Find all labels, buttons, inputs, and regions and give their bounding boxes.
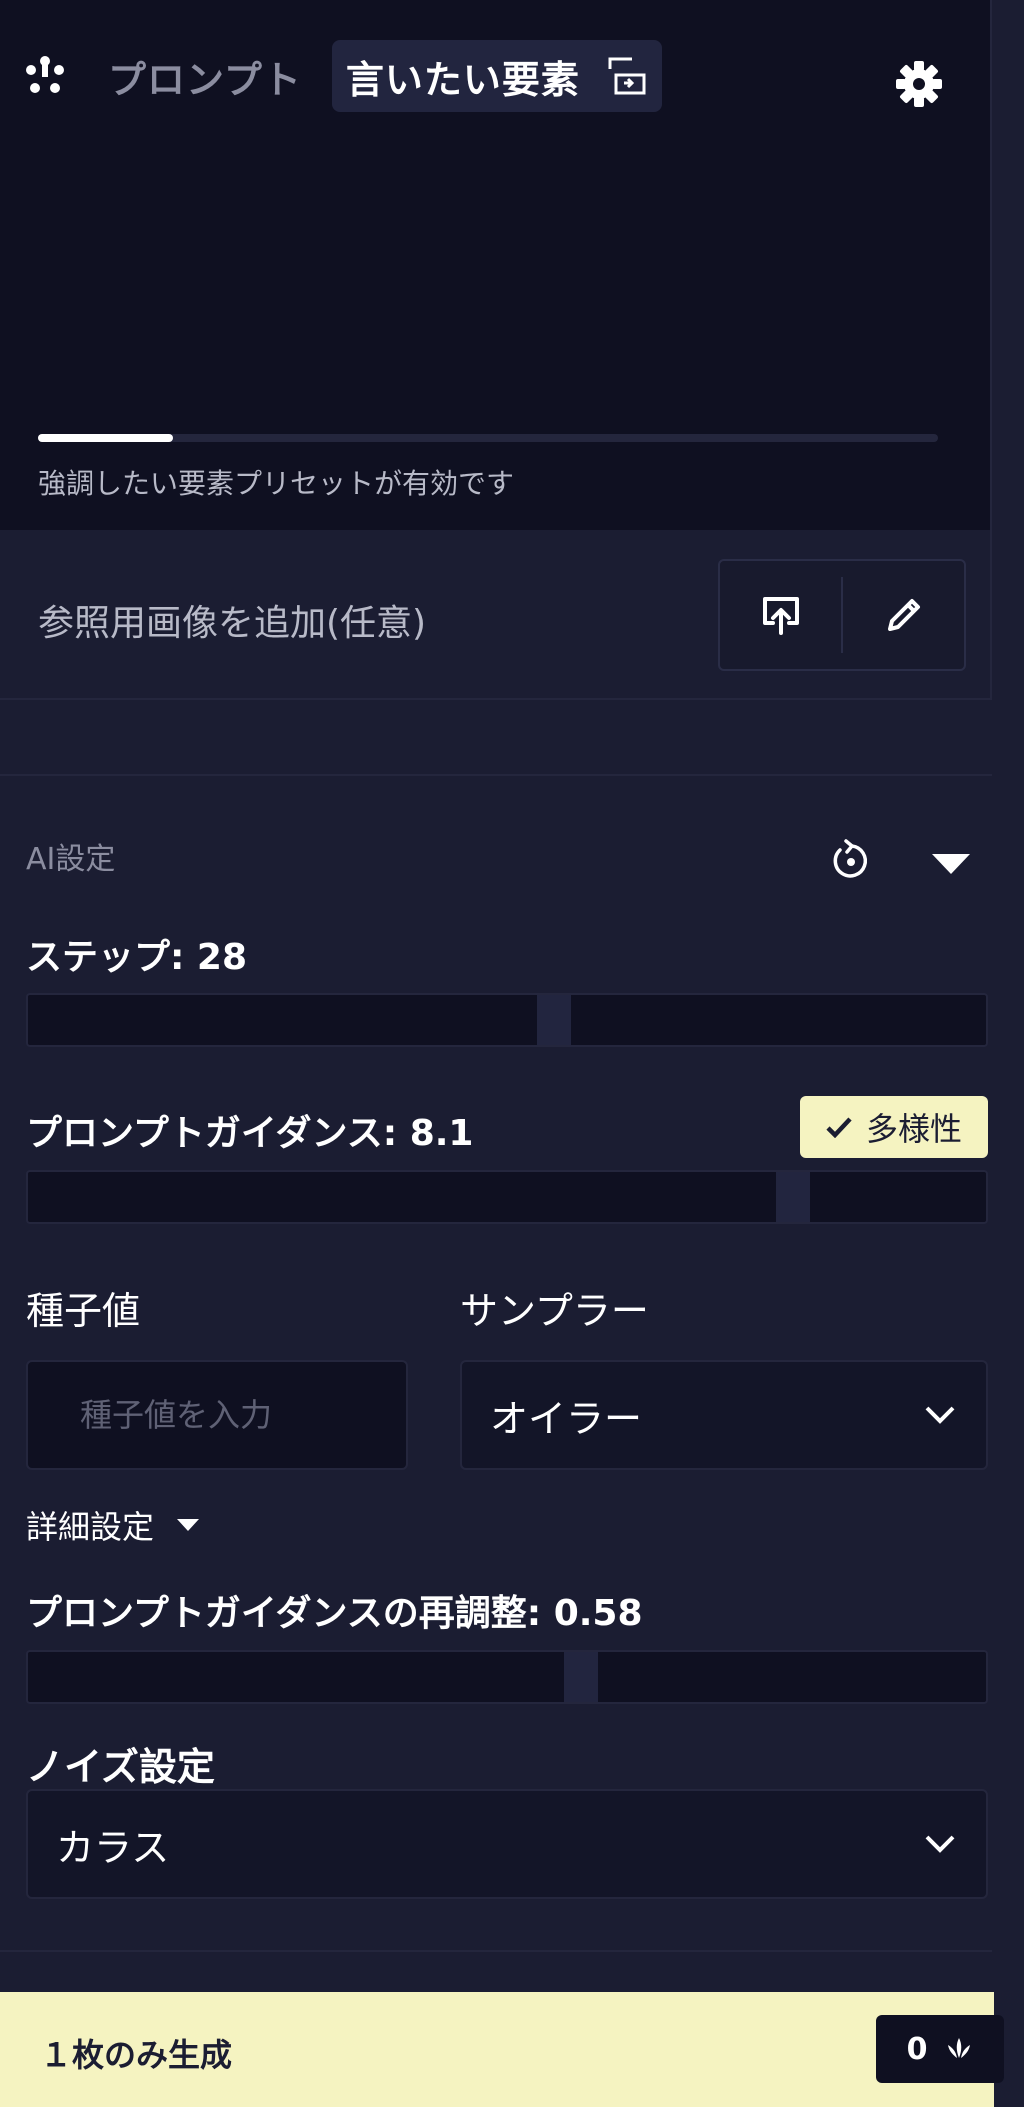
tab-prompt[interactable]: プロンプト bbox=[108, 49, 302, 104]
guidance-label: プロンプトガイダンス: 8.1 bbox=[26, 1113, 474, 1154]
upload-button[interactable] bbox=[720, 561, 841, 669]
preset-progress-fill bbox=[38, 434, 173, 442]
rescale-label: プロンプトガイダンスの再調整: 0.58 bbox=[26, 1593, 643, 1634]
ai-settings-title: AI設定 bbox=[26, 842, 116, 877]
gear-icon[interactable] bbox=[893, 58, 945, 110]
chevron-down-icon[interactable] bbox=[930, 848, 972, 878]
guidance-slider[interactable] bbox=[26, 1170, 988, 1224]
prompt-tabs: プロンプト 言いたい要素 bbox=[22, 40, 662, 112]
generate-button[interactable]: 0 bbox=[876, 2015, 1004, 2083]
steps-label: ステップ: 28 bbox=[26, 937, 248, 978]
generate-count-label: １枚のみ生成 bbox=[40, 2036, 233, 2074]
tab-elements-label: 言いたい要素 bbox=[345, 57, 580, 102]
upload-icon bbox=[762, 597, 799, 635]
seed-input[interactable] bbox=[26, 1360, 408, 1470]
noise-label: ノイズ設定 bbox=[26, 1745, 215, 1789]
sampler-select[interactable]: オイラー bbox=[460, 1360, 988, 1470]
preset-status-text: 強調したい要素プリセットが有効です bbox=[38, 467, 515, 500]
advanced-settings-label: 詳細設定 bbox=[26, 1508, 155, 1546]
pencil-icon bbox=[887, 599, 920, 631]
check-icon bbox=[826, 1117, 852, 1138]
noise-value: カラス bbox=[56, 1825, 170, 1870]
variety-toggle[interactable]: 多様性 bbox=[800, 1096, 988, 1158]
section-divider bbox=[0, 774, 994, 776]
cost-value: 0 bbox=[906, 2031, 928, 2067]
reference-image-label: 参照用画像を追加(任意) bbox=[38, 603, 427, 644]
reference-buttons bbox=[718, 559, 966, 671]
draw-button[interactable] bbox=[843, 561, 964, 669]
scrollbar-gutter bbox=[992, 0, 1024, 1992]
rescale-slider[interactable] bbox=[26, 1650, 988, 1704]
tab-elements[interactable]: 言いたい要素 bbox=[331, 40, 662, 112]
sampler-value: オイラー bbox=[490, 1396, 643, 1441]
guidance-slider-thumb[interactable] bbox=[776, 1172, 811, 1222]
variety-label: 多様性 bbox=[865, 1110, 962, 1148]
section-divider bbox=[0, 1950, 994, 1952]
advanced-settings-toggle[interactable]: 詳細設定 bbox=[26, 1502, 200, 1548]
steps-slider-thumb[interactable] bbox=[537, 995, 572, 1045]
sampler-label: サンプラー bbox=[460, 1289, 649, 1333]
noise-select[interactable]: カラス bbox=[26, 1789, 988, 1899]
chevron-down-icon bbox=[925, 1406, 955, 1424]
swap-icon[interactable] bbox=[606, 55, 648, 97]
caret-down-icon bbox=[177, 1519, 200, 1531]
seed-label: 種子値 bbox=[26, 1289, 141, 1333]
chevron-down-icon bbox=[925, 1835, 955, 1853]
preset-progress-track bbox=[38, 434, 938, 442]
steps-slider[interactable] bbox=[26, 993, 988, 1047]
reset-icon[interactable] bbox=[828, 838, 874, 884]
rescale-slider-thumb[interactable] bbox=[563, 1652, 598, 1702]
anlas-icon bbox=[948, 2038, 971, 2058]
asterisk-logo-icon bbox=[26, 56, 64, 93]
